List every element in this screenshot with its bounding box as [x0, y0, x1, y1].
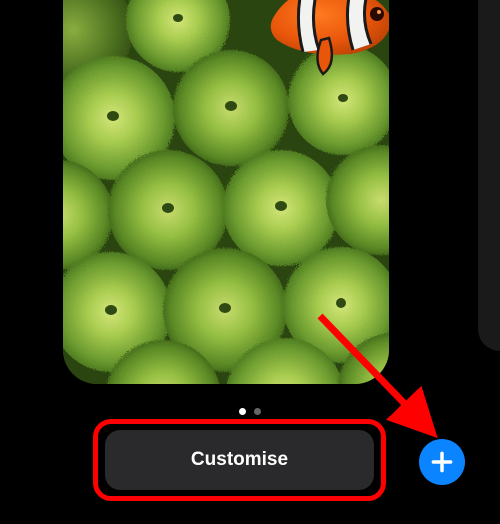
add-button[interactable] [419, 439, 465, 485]
page-indicator [239, 408, 261, 415]
page-dot-active [239, 408, 246, 415]
next-wallpaper-edge[interactable] [478, 0, 500, 351]
plus-icon [429, 449, 455, 475]
wallpaper-preview[interactable] [63, 0, 389, 384]
wallpaper-image [63, 0, 389, 384]
page-dot-inactive [254, 408, 261, 415]
customise-button[interactable]: Customise [105, 430, 374, 490]
customise-button-label: Customise [191, 449, 288, 471]
